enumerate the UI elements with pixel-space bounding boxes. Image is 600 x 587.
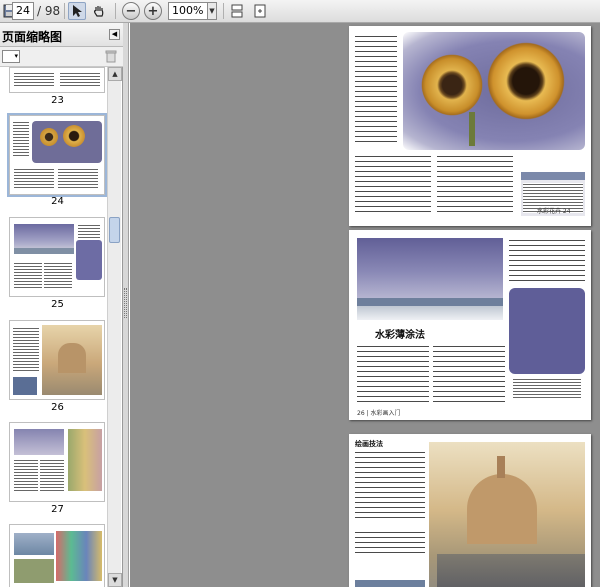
thumbnail-page-24[interactable]	[7, 113, 107, 197]
page-footer: 26 | 水彩画入门	[357, 410, 401, 417]
scrollbar-thumb[interactable]	[109, 217, 120, 243]
page-heading: 绘画技法	[355, 440, 383, 448]
page-heading: 水彩薄涂法	[375, 330, 425, 341]
document-page-26: 绘画技法	[349, 434, 591, 587]
splitter-grip-icon	[124, 288, 127, 318]
thumbnail-list: 23 24 25 26 27	[0, 67, 107, 587]
thumbnails-panel: 页面缩略图 ◀ ▾ 23 24 25 26 27 ▲ ▼	[0, 23, 123, 587]
delete-page-icon[interactable]	[105, 50, 117, 63]
scroll-up-icon[interactable]: ▲	[108, 67, 122, 81]
page-layout-icon[interactable]	[229, 2, 245, 20]
zoom-in-button[interactable]: +	[144, 2, 162, 20]
fit-page-icon[interactable]	[252, 2, 268, 20]
document-view[interactable]: 水彩花卉 24 水彩薄涂法 26 | 水彩画入门 绘画技法	[130, 23, 600, 587]
panel-splitter[interactable]	[123, 23, 129, 587]
thumbnail-label: 27	[51, 504, 64, 515]
page-number-input[interactable]: 24	[12, 2, 34, 20]
thumbnail-options-dropdown[interactable]: ▾	[2, 50, 20, 63]
thumbnails-toolbar: ▾	[0, 47, 123, 67]
zoom-dropdown-chevron-icon[interactable]: ▼	[207, 2, 217, 20]
thumbnail-label: 23	[51, 95, 64, 106]
total-pages-label: / 98	[37, 4, 61, 18]
page-footer: 水彩花卉 24	[537, 208, 571, 215]
thumbnail-page-25[interactable]	[9, 217, 105, 297]
thumbnail-page-27[interactable]	[9, 422, 105, 502]
thumbnail-label: 25	[51, 299, 64, 310]
thumbnail-label: 26	[51, 402, 64, 413]
collapse-panel-icon[interactable]: ◀	[109, 29, 120, 40]
scroll-down-icon[interactable]: ▼	[108, 573, 122, 587]
toolbar: 24 / 98 − + 100% ▼	[0, 0, 600, 23]
hand-tool-icon[interactable]	[90, 2, 108, 20]
zoom-level-input[interactable]: 100%	[168, 2, 208, 20]
select-tool-icon[interactable]	[68, 2, 86, 20]
thumbnail-page-23[interactable]	[9, 67, 105, 93]
thumbnails-panel-header: 页面缩略图 ◀	[0, 23, 123, 47]
document-page-25: 水彩薄涂法 26 | 水彩画入门	[349, 230, 591, 420]
document-page-24: 水彩花卉 24	[349, 26, 591, 226]
thumbnail-page-26[interactable]	[9, 320, 105, 400]
thumbnails-panel-title: 页面缩略图	[2, 30, 63, 44]
zoom-out-button[interactable]: −	[122, 2, 140, 20]
thumbnail-label: 24	[51, 196, 64, 207]
thumbnail-page-28[interactable]	[9, 524, 105, 587]
thumbnails-scrollbar[interactable]: ▲ ▼	[107, 67, 122, 587]
